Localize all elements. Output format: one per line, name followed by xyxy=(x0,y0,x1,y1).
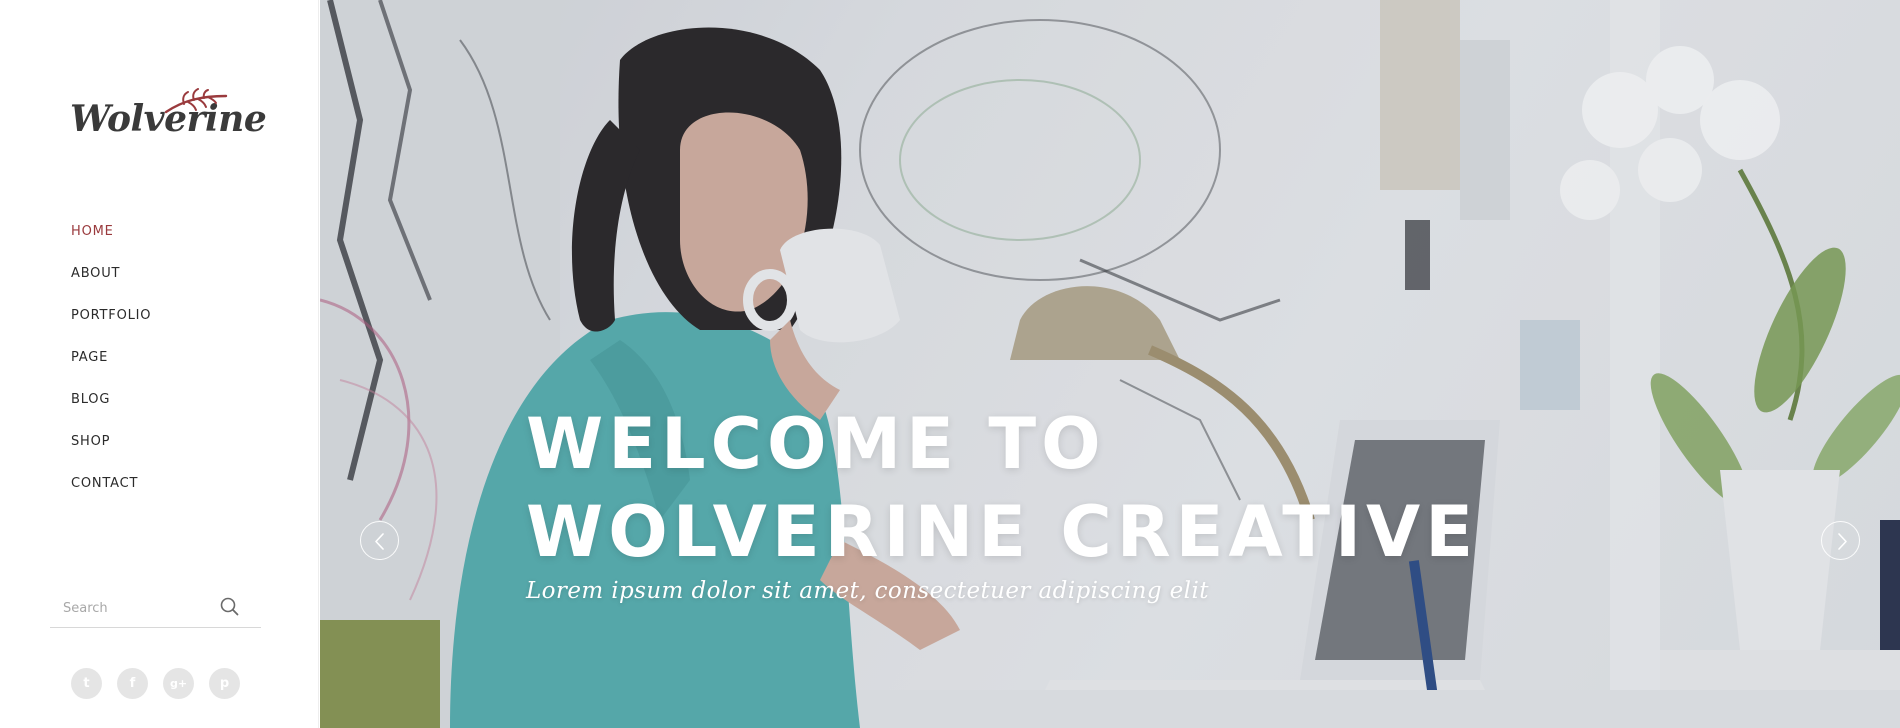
sidebar: Wolverine HOME ABOUT PORTFOLIO PAGE BLOG… xyxy=(0,0,319,728)
nav-item-contact[interactable]: CONTACT xyxy=(71,474,151,516)
search-box xyxy=(50,593,261,628)
nav-item-home[interactable]: HOME xyxy=(71,222,151,264)
hero-title-line-1: WELCOME TO xyxy=(526,403,1106,485)
nav-item-portfolio[interactable]: PORTFOLIO xyxy=(71,306,151,348)
hero-overlay xyxy=(320,0,1900,728)
search-icon[interactable] xyxy=(218,596,240,618)
search-input[interactable] xyxy=(63,597,213,619)
nav-item-shop[interactable]: SHOP xyxy=(71,432,151,474)
nav-item-blog[interactable]: BLOG xyxy=(71,390,151,432)
pinterest-icon[interactable]: p xyxy=(209,668,240,699)
nav-item-page[interactable]: PAGE xyxy=(71,348,151,390)
hero-title: WELCOME TO WOLVERINE CREATIVE xyxy=(526,400,1626,576)
chevron-left-icon xyxy=(375,533,384,550)
facebook-icon[interactable]: f xyxy=(117,668,148,699)
main-nav: HOME ABOUT PORTFOLIO PAGE BLOG SHOP CONT… xyxy=(71,222,151,516)
hero-title-line-2: WOLVERINE CREATIVE xyxy=(526,491,1479,573)
google-plus-icon[interactable]: g+ xyxy=(163,668,194,699)
slider-prev-button[interactable] xyxy=(360,521,399,560)
chevron-right-icon xyxy=(1838,533,1847,550)
hero-subtitle: Lorem ipsum dolor sit amet, consectetuer… xyxy=(526,578,1209,604)
slider-next-button[interactable] xyxy=(1821,521,1860,560)
sprig-icon xyxy=(164,88,228,114)
twitter-icon[interactable]: t xyxy=(71,668,102,699)
hero-slider: WELCOME TO WOLVERINE CREATIVE Lorem ipsu… xyxy=(320,0,1900,728)
brand-logo[interactable]: Wolverine xyxy=(70,88,267,144)
nav-item-about[interactable]: ABOUT xyxy=(71,264,151,306)
